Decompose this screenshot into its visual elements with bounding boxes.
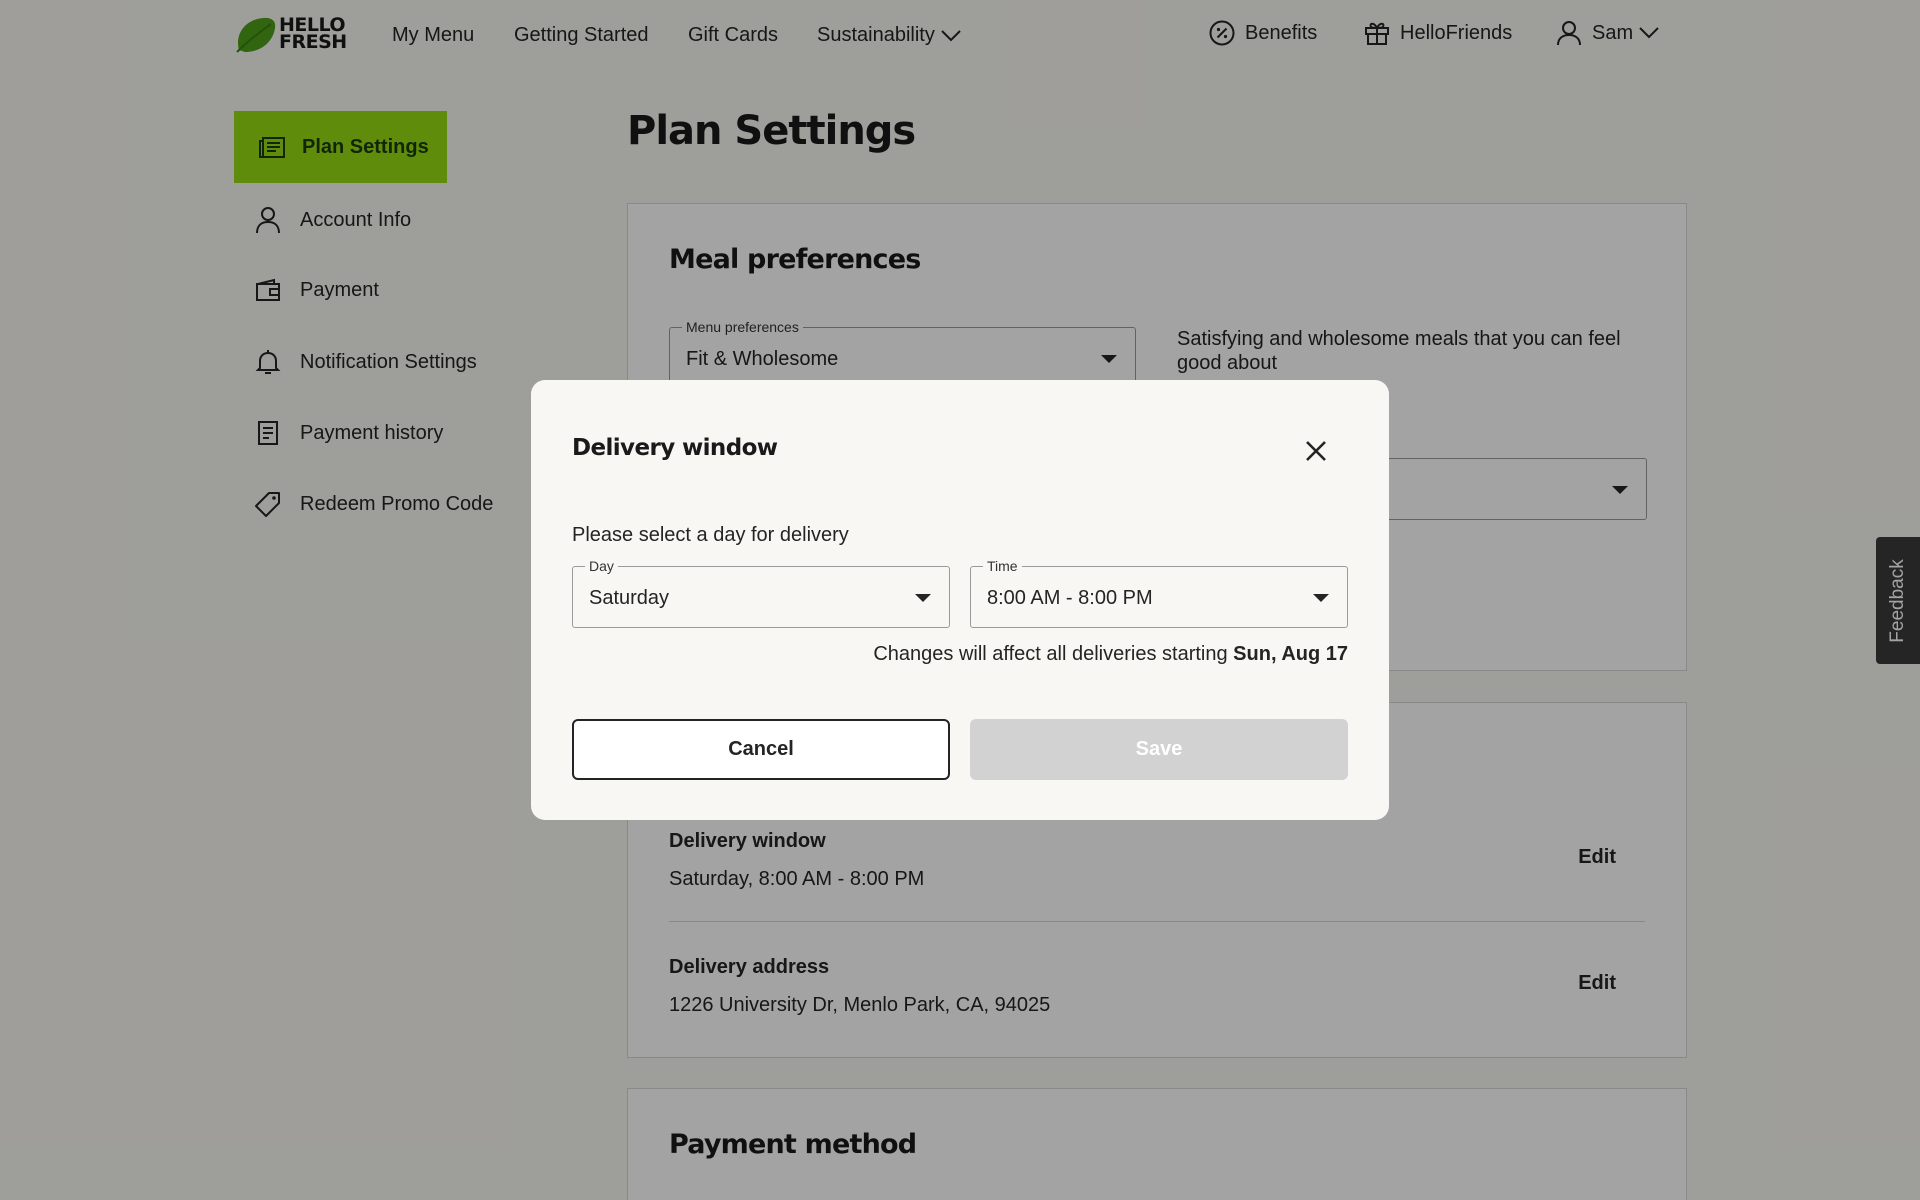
notice-text: Changes will affect all deliveries start… — [873, 643, 1228, 665]
time-value: 8:00 AM - 8:00 PM — [987, 587, 1153, 609]
day-select[interactable]: Day Saturday — [572, 558, 950, 628]
close-icon — [1306, 441, 1326, 461]
changes-notice: Changes will affect all deliveries start… — [873, 643, 1348, 666]
page: HELLO FRESH My Menu Getting Started Gift… — [0, 0, 1920, 1200]
time-select[interactable]: Time 8:00 AM - 8:00 PM — [970, 558, 1348, 628]
day-legend: Day — [585, 558, 618, 574]
save-button[interactable]: Save — [970, 719, 1348, 780]
modal-title: Delivery window — [572, 435, 778, 461]
caret-down-icon — [1313, 594, 1329, 602]
day-value: Saturday — [589, 587, 670, 609]
cancel-button[interactable]: Cancel — [572, 719, 950, 780]
time-legend: Time — [983, 558, 1022, 574]
modal-prompt: Please select a day for delivery — [572, 524, 849, 546]
close-button[interactable] — [1300, 435, 1332, 467]
caret-down-icon — [915, 594, 931, 602]
delivery-window-modal: Delivery window Please select a day for … — [531, 380, 1389, 820]
notice-date: Sun, Aug 17 — [1233, 643, 1348, 665]
